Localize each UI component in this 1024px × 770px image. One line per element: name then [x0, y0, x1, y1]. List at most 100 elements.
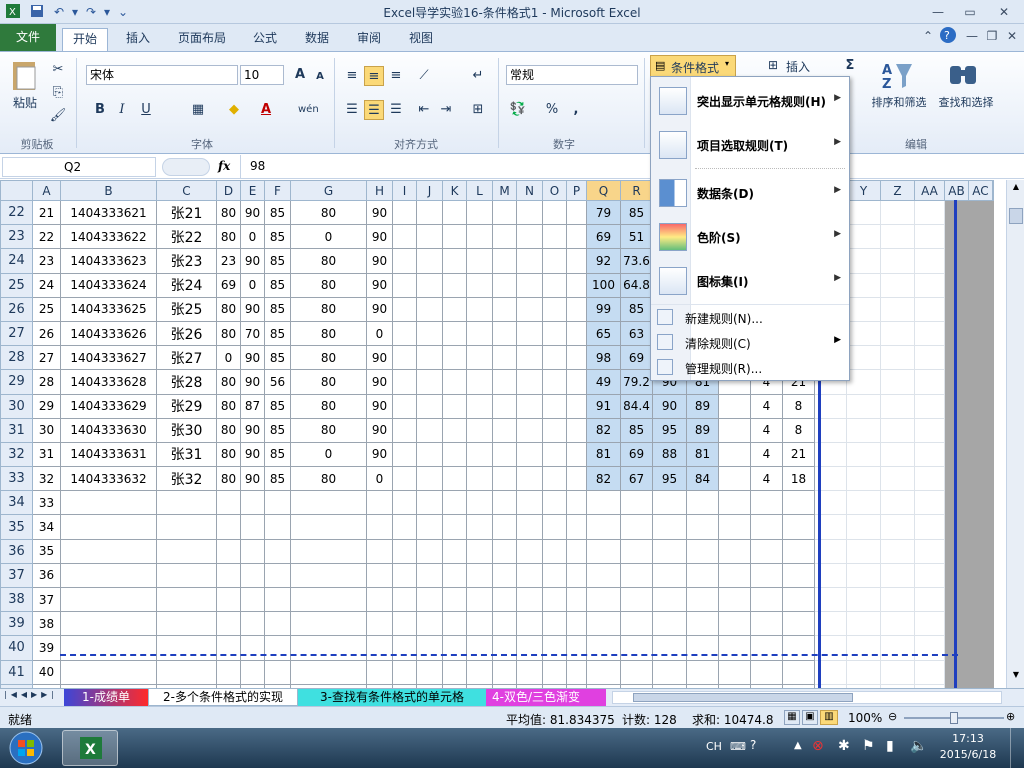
cell[interactable] — [782, 659, 815, 685]
cell[interactable] — [416, 586, 443, 613]
paste-button[interactable]: 粘贴 — [8, 94, 42, 111]
cell-c[interactable]: 张28 — [156, 369, 217, 395]
cell-r[interactable]: 69 — [620, 441, 653, 468]
cell[interactable] — [542, 296, 567, 322]
cell-d[interactable]: 80 — [216, 320, 241, 347]
taskbar-excel-icon[interactable]: X — [62, 730, 118, 766]
cell[interactable] — [156, 562, 217, 589]
cell-outside-print-area[interactable] — [968, 248, 993, 274]
cell[interactable] — [566, 369, 587, 395]
column-header[interactable]: G — [290, 180, 367, 201]
sheet-nav-icons[interactable]: |◀◀▶▶| — [4, 690, 58, 699]
cell[interactable] — [846, 586, 881, 613]
cell[interactable] — [566, 466, 587, 492]
scroll-up-icon[interactable]: ▲ — [1009, 182, 1023, 196]
security-icon[interactable]: ⊗ — [812, 738, 824, 754]
cell-outside-print-area[interactable] — [968, 320, 993, 347]
cell[interactable] — [880, 538, 915, 564]
cell-s[interactable]: 95 — [652, 417, 687, 443]
cell[interactable] — [516, 490, 543, 516]
cell[interactable] — [466, 466, 493, 492]
cell[interactable] — [914, 393, 945, 419]
cell-b[interactable]: 1404333627 — [60, 345, 157, 371]
cell[interactable] — [542, 393, 567, 419]
cell[interactable] — [366, 611, 393, 637]
cell-outside-print-area[interactable] — [992, 635, 994, 661]
cell-q[interactable]: 65 — [586, 320, 621, 347]
cell-a[interactable]: 22 — [32, 224, 61, 250]
cell-b[interactable]: 1404333632 — [60, 466, 157, 492]
cell[interactable] — [880, 296, 915, 322]
cell[interactable] — [240, 490, 265, 516]
column-header[interactable]: Q — [586, 180, 621, 201]
cell-d[interactable]: 23 — [216, 248, 241, 274]
cell[interactable] — [416, 562, 443, 589]
phonetic-icon[interactable]: wén — [298, 100, 319, 120]
conditional-format-button[interactable]: ▤ 条件格式 ▾ — [650, 55, 736, 77]
cell[interactable] — [156, 611, 217, 637]
column-header[interactable]: L — [466, 180, 493, 201]
cell-g[interactable]: 80 — [290, 320, 367, 347]
cell-outside-print-area[interactable] — [992, 611, 994, 637]
cell[interactable] — [264, 490, 291, 516]
decrease-indent-icon[interactable]: ⇤ — [414, 100, 434, 120]
cell[interactable] — [880, 466, 915, 492]
cell[interactable] — [216, 635, 241, 661]
cell[interactable] — [566, 635, 587, 661]
cell-e[interactable]: 90 — [240, 466, 265, 492]
cell[interactable] — [492, 369, 517, 395]
cell-r[interactable]: 63 — [620, 320, 653, 347]
cell[interactable] — [392, 224, 417, 250]
find-select-icon[interactable] — [946, 58, 980, 92]
cell[interactable] — [442, 248, 467, 274]
cell[interactable] — [216, 586, 241, 613]
volume-icon[interactable]: 🔈 — [910, 738, 927, 754]
cell-f[interactable]: 85 — [264, 320, 291, 347]
row-header[interactable]: 28 — [0, 345, 33, 371]
cell-a[interactable]: 38 — [32, 611, 61, 637]
percent-button[interactable]: % — [542, 100, 562, 120]
cell[interactable] — [880, 514, 915, 540]
cell-outside-print-area[interactable] — [992, 417, 994, 443]
cell[interactable] — [586, 586, 621, 613]
cell[interactable] — [542, 199, 567, 226]
cell[interactable] — [466, 199, 493, 226]
cell[interactable] — [216, 490, 241, 516]
cell[interactable] — [620, 659, 653, 685]
cell[interactable] — [914, 611, 945, 637]
menu-item-new-rule[interactable]: 新建规则(N)... — [651, 305, 849, 329]
cell[interactable] — [366, 490, 393, 516]
cell[interactable] — [392, 611, 417, 637]
cell-e[interactable]: 70 — [240, 320, 265, 347]
cell[interactable] — [686, 611, 719, 637]
cell[interactable] — [914, 199, 945, 226]
cell[interactable] — [566, 659, 587, 685]
cell-a[interactable]: 26 — [32, 320, 61, 347]
cell[interactable] — [466, 490, 493, 516]
row-header[interactable]: 23 — [0, 224, 33, 250]
cell[interactable] — [466, 393, 493, 419]
row-header[interactable]: 29 — [0, 369, 33, 395]
cell[interactable] — [516, 466, 543, 492]
tab-formulas[interactable]: 公式 — [244, 28, 286, 51]
cell[interactable] — [442, 562, 467, 589]
cell[interactable] — [566, 538, 587, 564]
cell[interactable] — [516, 635, 543, 661]
cell[interactable] — [542, 272, 567, 298]
cell[interactable] — [542, 466, 567, 492]
cell[interactable] — [516, 514, 543, 540]
cell-b[interactable]: 1404333629 — [60, 393, 157, 419]
cell-outside-print-area[interactable] — [992, 345, 994, 371]
cell[interactable] — [366, 514, 393, 540]
close-button[interactable]: ✕ — [990, 2, 1018, 22]
cell[interactable] — [392, 514, 417, 540]
cell[interactable] — [492, 345, 517, 371]
cell[interactable] — [782, 562, 815, 589]
number-format-combo[interactable]: 常规 — [506, 65, 638, 85]
cell-h[interactable]: 0 — [366, 320, 393, 347]
cell[interactable] — [442, 369, 467, 395]
doc-close-button[interactable]: ✕ — [998, 26, 1024, 46]
cell[interactable] — [366, 586, 393, 613]
cell-f[interactable]: 85 — [264, 345, 291, 371]
cell[interactable] — [416, 320, 443, 347]
